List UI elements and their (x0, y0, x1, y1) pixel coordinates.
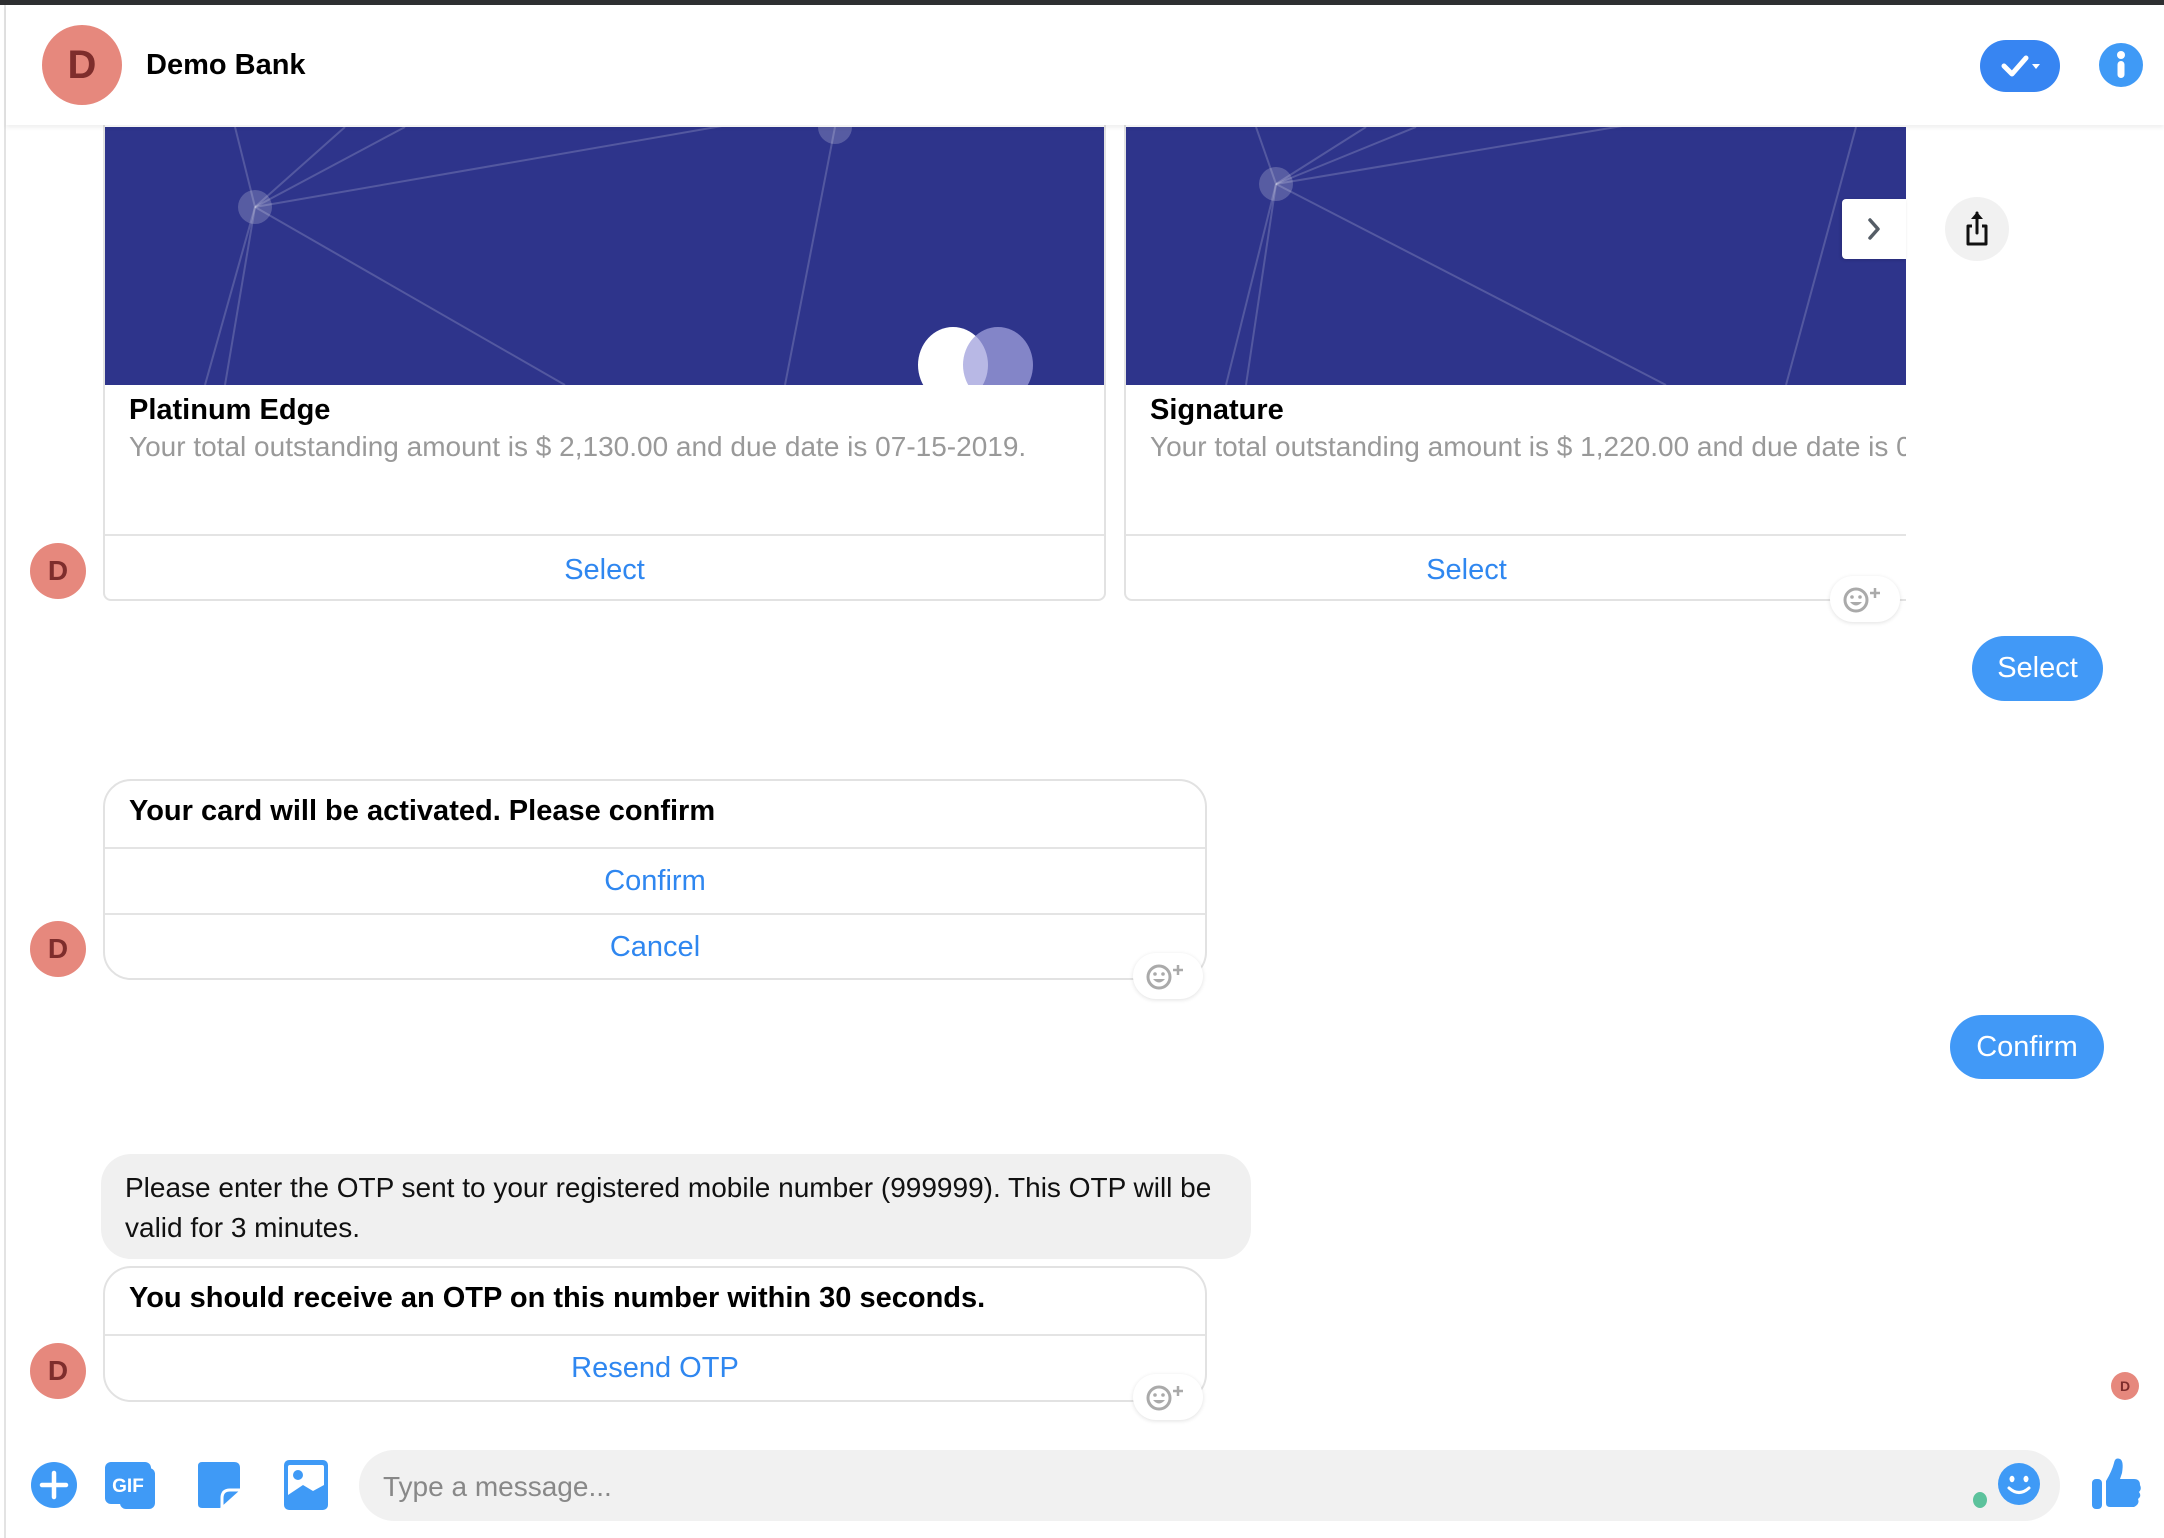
image-icon (284, 1460, 328, 1510)
image-upload-button[interactable] (283, 1459, 329, 1511)
user-message-bubble: Confirm (1950, 1015, 2104, 1079)
divider (105, 534, 1104, 536)
svg-text:GIF: GIF (112, 1476, 144, 1497)
add-reaction-button[interactable] (1830, 576, 1900, 622)
resend-otp-button[interactable]: Resend OTP (105, 1336, 1205, 1400)
mark-done-button[interactable] (1980, 40, 2060, 92)
chevron-right-icon (1868, 218, 1880, 240)
chat-header: D Demo Bank (6, 5, 2164, 125)
info-button[interactable] (2099, 43, 2143, 87)
online-status-dot (1973, 1492, 1987, 1508)
emoji-plus-icon (1146, 1385, 1183, 1411)
checkmark-icon (2001, 55, 2040, 77)
emoji-button[interactable] (1997, 1462, 2041, 1506)
bot-avatar: D (30, 1343, 86, 1399)
caret-down-icon (2032, 64, 2040, 69)
page-title[interactable]: Demo Bank (146, 49, 306, 82)
otp-info-text: You should receive an OTP on this number… (129, 1282, 986, 1314)
plus-icon (31, 1462, 77, 1508)
confirmation-text: Your card will be activated. Please conf… (129, 795, 716, 827)
message-input-container (359, 1450, 2060, 1523)
emoji-plus-icon (1146, 964, 1183, 990)
gif-icon: GIF (105, 1462, 155, 1509)
card-title: Platinum Edge (129, 394, 331, 426)
add-reaction-button[interactable] (1133, 953, 1203, 999)
otp-card: You should receive an OTP on this number… (103, 1266, 1207, 1402)
bot-message-bubble: Please enter the OTP sent to your regist… (101, 1154, 1251, 1259)
share-button[interactable] (1945, 197, 2009, 261)
left-border (4, 5, 6, 1538)
carousel-card: Signature Your total outstanding amount … (1124, 110, 1906, 601)
select-button[interactable]: Select (1126, 538, 1906, 599)
card-description: Your total outstanding amount is $ 2,130… (129, 431, 1027, 462)
divider (1126, 534, 1906, 536)
user-message-bubble: Select (1972, 636, 2103, 701)
add-reaction-button[interactable] (1133, 1374, 1203, 1420)
emoji-icon (1998, 1463, 2040, 1505)
card-description: Your total outstanding amount is $ 1,220… (1150, 431, 1906, 462)
like-button[interactable] (2090, 1457, 2142, 1511)
network-pattern-graphic (204, 127, 1033, 385)
page-avatar[interactable]: D (42, 25, 122, 105)
card-image (1126, 127, 1906, 385)
bot-avatar: D (30, 543, 86, 599)
share-icon (1966, 211, 1988, 246)
cancel-button[interactable]: Cancel (105, 915, 1205, 978)
carousel-next-button[interactable] (1842, 199, 1906, 259)
more-actions-button[interactable] (30, 1461, 78, 1509)
carousel-card: Platinum Edge Your total outstanding amo… (103, 110, 1106, 601)
card-image (105, 127, 1104, 385)
card-title: Signature (1150, 394, 1284, 426)
network-pattern-graphic (1225, 127, 1857, 385)
thumbs-up-icon (2092, 1458, 2141, 1509)
emoji-plus-icon (1843, 587, 1880, 613)
info-icon (2117, 51, 2125, 78)
message-input[interactable] (381, 1450, 1885, 1523)
sticker-button[interactable] (196, 1460, 242, 1510)
select-button[interactable]: Select (105, 538, 1104, 599)
confirm-button[interactable]: Confirm (105, 849, 1205, 913)
read-receipt-avatar: D (2111, 1372, 2139, 1400)
gif-button[interactable]: GIF (104, 1460, 156, 1510)
confirmation-card: Your card will be activated. Please conf… (103, 779, 1207, 980)
bot-avatar: D (30, 921, 86, 977)
sticker-icon (198, 1462, 240, 1508)
carousel-viewport: Signature Your total outstanding amount … (1124, 110, 1906, 610)
